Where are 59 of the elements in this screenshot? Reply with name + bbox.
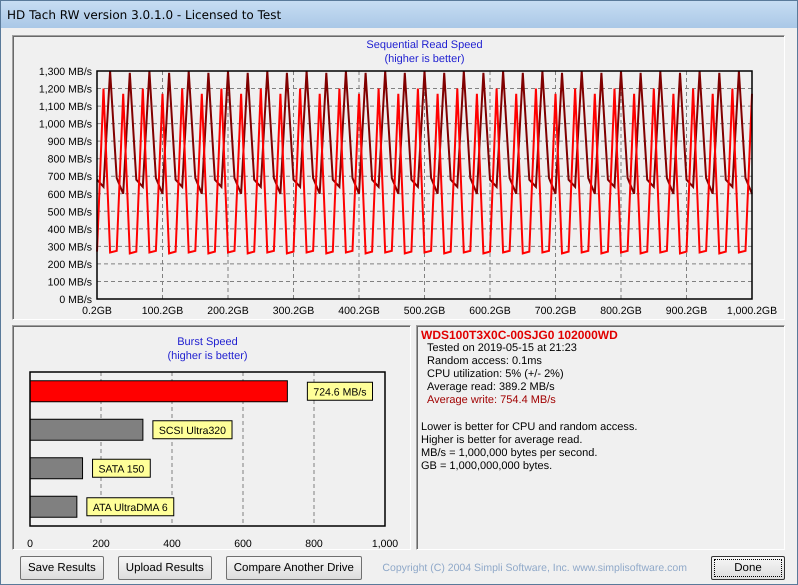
axis-label: 700.2GB xyxy=(534,305,576,317)
axis-label: 900.2GB xyxy=(666,305,708,317)
axis-label: 100.2GB xyxy=(142,305,184,317)
axis-label: 1,300 MB/s xyxy=(38,66,92,78)
axis-label: 700 MB/s xyxy=(48,171,92,184)
bar-label: ATA UltraDMA 6 xyxy=(86,497,174,516)
axis-label: 900 MB/s xyxy=(48,136,92,148)
copyright-text: Copyright (C) 2004 Simpli Software, Inc. www.simplisoftware.com xyxy=(382,562,687,574)
chart-subtitle: (higher is better) xyxy=(167,350,248,362)
axis-label: 300.2GB xyxy=(272,305,314,317)
action-button[interactable]: Compare Another Drive xyxy=(226,556,362,580)
result-line: Average read: 389.2 MB/s xyxy=(426,381,556,394)
result-line: Average write: 754.4 MB/s xyxy=(426,394,557,407)
note-line: Lower is better for CPU and random access. xyxy=(421,421,638,434)
axis-label: 500.2GB xyxy=(404,305,446,317)
action-button[interactable]: Save Results xyxy=(20,556,104,580)
axis-label: 400 xyxy=(163,538,181,549)
axis-label: 0.2GB xyxy=(82,305,112,317)
axis-label: 800 MB/s xyxy=(48,154,92,166)
chart-title: Sequential Read Speed xyxy=(366,39,483,51)
axis-label: 200 xyxy=(92,538,110,549)
drive-name: WDS100T3X0C-00SJG0 102000WD xyxy=(421,328,619,342)
axis-label: 1,000 MB/s xyxy=(38,118,92,131)
axis-label: 400 MB/s xyxy=(48,224,92,236)
axis-label: 1,200 MB/s xyxy=(38,84,92,96)
axis-label: 200.2GB xyxy=(207,305,249,317)
note-line: MB/s = 1,000,000 bytes per second. xyxy=(421,447,598,460)
axis-label: 800 xyxy=(305,538,323,549)
chart-subtitle: (higher is better) xyxy=(384,53,465,65)
axis-label: 1,100 MB/s xyxy=(38,101,92,114)
result-line: CPU utilization: 5% (+/- 2%) xyxy=(426,368,565,381)
bar-label: SCSI Ultra320 xyxy=(152,420,233,440)
result-line: Tested on 2019-05-15 at 21:23 xyxy=(426,342,578,355)
axis-label: 600 xyxy=(234,538,252,549)
axis-label: 0 MB/s xyxy=(59,294,92,306)
axis-label: 100 MB/s xyxy=(48,276,92,288)
window-title: HD Tach RW version 3.0.1.0 - Licensed to Test xyxy=(7,8,282,22)
axis-label: 300 MB/s xyxy=(48,241,92,254)
y-tick-label: 724.6 MB/s xyxy=(313,386,366,398)
axis-label: 500 MB/s xyxy=(48,206,92,218)
axis-label: 200 MB/s xyxy=(48,258,92,271)
note-line: Higher is better for average read. xyxy=(421,434,584,447)
axis-label: 400.2GB xyxy=(338,305,380,317)
action-button[interactable]: Upload Results xyxy=(118,556,212,580)
axis-label: 600 MB/s xyxy=(48,188,92,201)
y-tick-label: SATA 150 xyxy=(98,463,144,476)
bar-label: SATA 150 xyxy=(92,458,151,478)
chart-title: Burst Speed xyxy=(177,336,238,348)
y-tick-label: ATA UltraDMA 6 xyxy=(92,502,168,514)
axis-label: 800.2GB xyxy=(600,305,642,317)
axis-label: 1,000.2GB xyxy=(726,305,778,317)
axis-label: 0 xyxy=(27,538,33,549)
y-tick-label: SCSI Ultra320 xyxy=(158,424,226,437)
axis-label: 1,000 xyxy=(372,538,398,549)
done-button[interactable]: Done xyxy=(711,556,785,580)
result-line: Random access: 0.1ms xyxy=(426,355,543,368)
axis-label: 600.2GB xyxy=(469,305,511,317)
note-line: GB = 1,000,000,000 bytes. xyxy=(421,460,554,473)
bar-label: 724.6 MB/s xyxy=(306,382,373,401)
